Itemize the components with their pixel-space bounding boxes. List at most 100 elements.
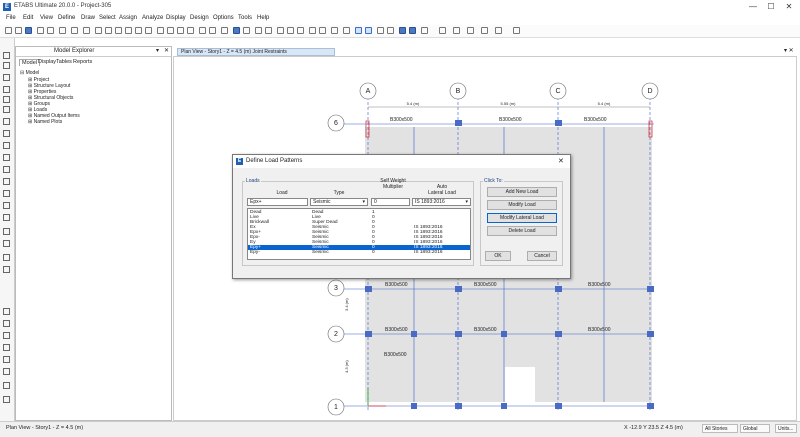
pointer-icon[interactable] — [83, 27, 90, 34]
draw-link-icon[interactable] — [3, 178, 10, 185]
select-polygon-icon[interactable] — [3, 332, 10, 339]
menu-edit[interactable]: Edit — [23, 15, 33, 21]
dialog-close-icon[interactable]: ✕ — [558, 157, 564, 165]
snap-intersection-icon[interactable] — [399, 27, 406, 34]
menu-options[interactable]: Options — [213, 15, 234, 21]
load-type-select[interactable]: Seismic — [310, 198, 368, 206]
menu-select[interactable]: Select — [99, 15, 116, 21]
section-icon[interactable] — [481, 27, 488, 34]
draw-dimension-icon[interactable] — [3, 190, 10, 197]
menu-file[interactable]: File — [6, 15, 16, 21]
tab-tables[interactable]: Tables — [56, 59, 72, 65]
down-story-icon[interactable] — [209, 27, 216, 34]
open-icon[interactable] — [15, 27, 22, 34]
select-intersect-icon[interactable] — [3, 320, 10, 327]
draw-brace-tool-icon[interactable] — [3, 118, 10, 125]
draw-strip-icon[interactable] — [3, 240, 10, 247]
tab-display[interactable]: Display — [38, 59, 56, 65]
draw-tendon-icon[interactable] — [3, 228, 10, 235]
load-patterns-list[interactable]: Dead Dead 1 Live Live 0 Brickwall Super Dead 0… — [247, 208, 471, 260]
menu-design[interactable]: Design — [190, 15, 209, 21]
ok-button[interactable]: OK — [485, 251, 511, 261]
menu-tools[interactable]: Tools — [238, 15, 252, 21]
self-weight-multiplier-input[interactable]: 0 — [371, 198, 410, 206]
draw-rect-floor-icon[interactable] — [3, 142, 10, 149]
text-icon[interactable] — [439, 27, 446, 34]
tree-item-model[interactable]: ⊟ Model — [20, 70, 39, 76]
draw-section-cut-icon[interactable] — [3, 202, 10, 209]
menu-help[interactable]: Help — [257, 15, 269, 21]
view-close-icon[interactable]: ▾ ✕ — [784, 47, 794, 54]
draw-joint-icon[interactable] — [3, 74, 10, 81]
undo-icon[interactable] — [37, 27, 44, 34]
cancel-button[interactable]: Cancel — [527, 251, 557, 261]
units-button[interactable]: Units... — [775, 424, 797, 433]
select-clear-icon[interactable] — [3, 344, 10, 351]
draw-line-icon[interactable] — [3, 86, 10, 93]
show-deformed-icon[interactable] — [255, 27, 262, 34]
draw-point-icon[interactable] — [277, 27, 284, 34]
run-analysis-icon[interactable] — [71, 27, 78, 34]
draw-reference-point-icon[interactable] — [3, 214, 10, 221]
modify-load-button[interactable]: Modify Load — [487, 200, 557, 210]
snap-tool-icon[interactable] — [3, 382, 10, 389]
select-all-icon[interactable] — [343, 27, 350, 34]
save-icon[interactable] — [25, 27, 32, 34]
modify-lateral-load-button[interactable]: Modify Lateral Load — [487, 213, 557, 223]
draw-beam-icon[interactable] — [3, 106, 10, 113]
zoom-window-icon[interactable] — [95, 27, 102, 34]
tab-reports[interactable]: Reports — [73, 59, 92, 65]
select-window-icon[interactable] — [365, 27, 372, 34]
pan-icon[interactable] — [145, 27, 152, 34]
up-story-icon[interactable] — [199, 27, 206, 34]
set-display-icon[interactable] — [243, 27, 250, 34]
draw-column-icon[interactable] — [3, 96, 10, 103]
grid-icon[interactable] — [453, 27, 460, 34]
redo-icon[interactable] — [47, 27, 54, 34]
maximize-button[interactable]: ☐ — [762, 1, 780, 12]
snap-points-icon[interactable] — [377, 27, 384, 34]
deselect-icon[interactable] — [3, 368, 10, 375]
menu-define[interactable]: Define — [58, 15, 75, 21]
reshape-icon[interactable] — [495, 27, 502, 34]
close-button[interactable]: ✕ — [780, 1, 798, 12]
menu-draw[interactable]: Draw — [81, 15, 95, 21]
select-tool-icon[interactable] — [3, 308, 10, 315]
menu-analyze[interactable]: Analyze — [142, 15, 163, 21]
snap-midpoint-icon[interactable] — [3, 396, 10, 403]
snap-ends-icon[interactable] — [387, 27, 394, 34]
snap-perpendicular-icon[interactable] — [409, 27, 416, 34]
add-new-load-button[interactable]: Add New Load — [487, 187, 557, 197]
draw-wall-icon[interactable] — [309, 27, 316, 34]
snap-grid-icon[interactable] — [421, 27, 428, 34]
show-forces-icon[interactable] — [265, 27, 272, 34]
menu-view[interactable]: View — [40, 15, 53, 21]
draw-floor-icon[interactable] — [3, 130, 10, 137]
reshape-tool-icon[interactable] — [3, 62, 10, 69]
draw-frame-icon[interactable] — [287, 27, 294, 34]
snap-icon[interactable] — [331, 27, 338, 34]
minimize-button[interactable]: — — [744, 1, 762, 12]
zoom-out-icon[interactable] — [115, 27, 122, 34]
coord-system-select[interactable]: Global — [740, 424, 770, 433]
story-select[interactable]: All Stories — [702, 424, 738, 433]
object-shrink-icon[interactable] — [233, 27, 240, 34]
filter-icon[interactable] — [467, 27, 474, 34]
new-model-icon[interactable] — [5, 27, 12, 34]
tree-item-named-plots[interactable]: ⊞ Named Plots — [28, 119, 62, 125]
draw-wall-stack-icon[interactable] — [3, 254, 10, 261]
menu-display[interactable]: Display — [166, 15, 186, 21]
draw-wall-tool-icon[interactable] — [3, 154, 10, 161]
pin-icon[interactable]: ▾ — [156, 47, 159, 54]
options-icon[interactable] — [513, 27, 520, 34]
lock-icon[interactable] — [59, 27, 66, 34]
zoom-previous-icon[interactable] — [135, 27, 142, 34]
select-pointer-icon[interactable] — [355, 27, 362, 34]
list-item[interactable]: Epy- Seismic 0 IS 1893:2016 — [248, 250, 470, 255]
zoom-in-icon[interactable] — [105, 27, 112, 34]
load-name-input[interactable]: Epx+ — [247, 198, 308, 206]
auto-lateral-load-select[interactable]: IS 1893:2016 — [412, 198, 471, 206]
select-previous-icon[interactable] — [3, 356, 10, 363]
zoom-fit-icon[interactable] — [125, 27, 132, 34]
pointer-tool-icon[interactable] — [3, 52, 10, 59]
